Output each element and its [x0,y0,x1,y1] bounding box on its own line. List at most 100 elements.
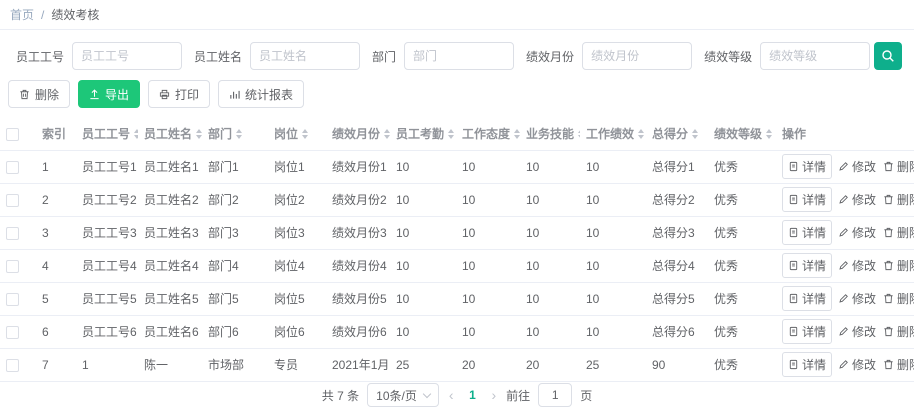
column-header[interactable]: 绩效等级 [708,118,776,151]
column-header: 索引 [36,118,76,151]
column-header[interactable]: 总得分 [646,118,708,151]
document-icon [788,194,799,205]
employee-id-input[interactable] [72,42,183,70]
column-header-label: 索引 [42,127,67,142]
sort-caret-icon[interactable] [514,128,520,139]
row-checkbox[interactable] [6,226,19,240]
prev-page-button[interactable]: ‹ [447,388,456,402]
table-cell: 部门1 [202,150,268,184]
row-checkbox[interactable] [6,358,19,372]
delete-button[interactable]: 删除 [8,80,71,108]
edit-button[interactable]: 修改 [837,287,877,310]
edit-button[interactable]: 修改 [837,320,877,343]
table-cell: 总得分5 [646,282,708,316]
page-number-1[interactable]: 1 [464,388,482,402]
goto-page-input[interactable] [538,383,573,407]
sort-caret-icon[interactable] [134,128,138,139]
table-cell: 岗位1 [268,150,326,184]
row-delete-button[interactable]: 删除 [882,353,914,376]
document-icon [788,227,799,238]
sort-caret-icon[interactable] [448,128,455,139]
sort-caret-icon[interactable] [692,128,699,139]
column-header[interactable]: 员工姓名 [138,118,202,151]
edit-button[interactable]: 修改 [837,188,877,211]
sort-caret-icon[interactable] [766,128,773,139]
column-header[interactable]: 岗位 [268,118,326,151]
department-input[interactable] [404,42,515,70]
edit-button[interactable]: 修改 [837,155,877,178]
table-cell: 10 [580,216,646,250]
next-page-button[interactable]: › [490,388,499,402]
trash-icon [883,227,894,238]
table-cell: 10 [456,183,520,217]
row-delete-button[interactable]: 删除 [882,320,914,343]
search-button[interactable] [874,42,902,70]
row-delete-button[interactable]: 删除 [882,254,914,277]
row-delete-button[interactable]: 删除 [882,155,914,178]
table-body: 1 员工工号1 员工姓名1 部门1 岗位1 绩效月份1 10 10 10 10 总得分1 优秀 详情 修改… [0,150,914,382]
column-header[interactable]: 员工工号 [76,118,138,151]
export-icon [89,88,100,100]
report-button[interactable]: 统计报表 [218,80,305,108]
detail-button[interactable]: 详情 [782,187,833,212]
sort-caret-icon[interactable] [302,128,309,139]
filter-month: 绩效月份 [518,42,693,70]
row-checkbox[interactable] [6,259,19,273]
filter-employee-name: 员工姓名 [186,42,361,70]
detail-button[interactable]: 详情 [782,253,833,278]
table-row: 71陈一市场部专员2021年1月2520202590优秀详情修改删除 [0,348,914,382]
detail-button[interactable]: 详情 [782,154,833,179]
print-button[interactable]: 打印 [148,80,211,108]
edit-button[interactable]: 修改 [837,254,877,277]
pagination: 共 7 条 10条/页 ‹ 1 › 前往 页 [0,383,914,407]
table-cell: 绩效月份3 [326,216,390,250]
level-input[interactable] [760,42,871,70]
column-header-label: 绩效月份 [332,127,381,142]
column-header[interactable]: 业务技能 [520,118,580,151]
export-button[interactable]: 导出 [78,80,141,108]
sort-caret-icon[interactable] [638,128,645,139]
table-cell: 10 [520,216,580,250]
column-header[interactable]: 工作绩效 [580,118,646,151]
detail-button[interactable]: 详情 [782,220,833,245]
month-input[interactable] [582,42,693,70]
row-checkbox[interactable] [6,325,19,339]
actions-cell: 详情修改删除 [776,150,914,184]
row-checkbox[interactable] [6,160,19,174]
column-header[interactable]: 员工考勤 [390,118,456,151]
select-all-checkbox[interactable] [6,127,19,141]
column-header-label: 业务技能 [526,127,575,142]
detail-button[interactable]: 详情 [782,352,833,377]
sort-caret-icon[interactable] [236,128,243,139]
sort-caret-icon[interactable] [578,128,580,139]
sort-caret-icon[interactable] [196,128,202,139]
table-cell: 岗位5 [268,282,326,316]
page-size-value: 10条/页 [376,388,417,403]
table-cell: 岗位4 [268,249,326,283]
row-checkbox[interactable] [6,292,19,306]
breadcrumb-home[interactable]: 首页 [10,6,34,23]
column-header[interactable]: 工作态度 [456,118,520,151]
row-delete-button[interactable]: 删除 [882,287,914,310]
level-label: 绩效等级 [704,49,753,64]
table-cell: 25 [390,348,456,382]
column-header[interactable]: 绩效月份 [326,118,390,151]
column-header[interactable]: 部门 [202,118,268,151]
row-delete-button[interactable]: 删除 [882,221,914,244]
row-checkbox[interactable] [6,193,19,207]
employee-name-input[interactable] [250,42,361,70]
trash-icon [19,89,30,100]
select-all-cell [0,118,36,151]
sort-caret-icon[interactable] [384,128,390,139]
detail-button[interactable]: 详情 [782,286,833,311]
edit-button[interactable]: 修改 [837,353,877,376]
table-row: 2 员工工号2 员工姓名2 部门2 岗位2 绩效月份2 10 10 10 10 总得分2 优秀 详情 修改… [0,183,914,217]
pencil-icon [838,161,849,172]
row-delete-button[interactable]: 删除 [882,188,914,211]
edit-button[interactable]: 修改 [837,221,877,244]
detail-button[interactable]: 详情 [782,319,833,344]
page-size-select[interactable]: 10条/页 [367,383,439,407]
table-cell: 部门5 [202,282,268,316]
document-icon [788,359,799,370]
trash-icon [883,260,894,271]
